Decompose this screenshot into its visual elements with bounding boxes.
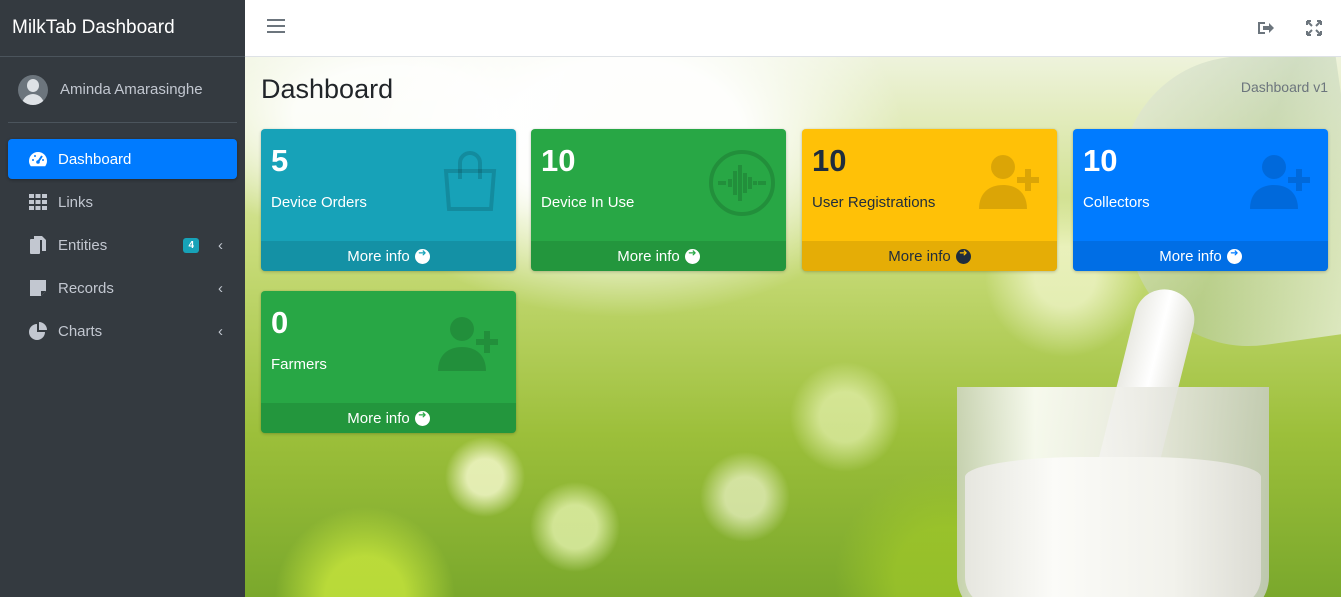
small-box-user-registrations: 10 User Registrations More info (802, 129, 1057, 271)
user-plus-icon (979, 149, 1043, 213)
box-label: Collectors (1083, 194, 1150, 211)
user-name[interactable]: Aminda Amarasinghe (60, 81, 203, 98)
chevron-left-icon: ‹ (218, 236, 223, 254)
avatar[interactable] (18, 74, 48, 105)
chevron-left-icon: ‹ (218, 322, 223, 340)
sidebar-item-label: Charts (58, 322, 103, 340)
arrow-circle-right-icon (414, 410, 430, 426)
more-info-label: More info (1159, 247, 1222, 265)
sidebar-item-links[interactable]: Links (8, 182, 237, 222)
arrow-circle-right-icon (414, 248, 430, 264)
more-info-label: More info (347, 247, 410, 265)
sidebar-item-entities[interactable]: Entities 4 ‹ (8, 225, 237, 265)
box-label: User Registrations (812, 194, 936, 211)
menu-toggle-icon[interactable] (267, 19, 285, 35)
sidebar-item-label: Entities (58, 236, 108, 254)
more-info-label: More info (888, 247, 951, 265)
sidebar-item-dashboard[interactable]: Dashboard (8, 139, 237, 179)
sidebar-item-label: Records (58, 279, 114, 297)
shopping-bag-icon (438, 149, 502, 213)
sidebar-nav: Dashboard Links Entities 4 ‹ Records ‹ C… (0, 123, 245, 370)
box-value: 0 (271, 305, 289, 340)
more-info-link[interactable]: More info (261, 241, 516, 271)
more-info-link[interactable]: More info (1073, 241, 1328, 271)
box-label: Device Orders (271, 194, 367, 211)
top-navbar (245, 0, 1341, 57)
box-label: Device In Use (541, 194, 635, 211)
pie-chart-icon (28, 322, 48, 340)
arrow-circle-right-icon (1226, 248, 1242, 264)
user-plus-icon (438, 311, 502, 375)
box-value: 10 (541, 143, 576, 178)
more-info-label: More info (347, 409, 410, 427)
breadcrumb[interactable]: Dashboard v1 (1241, 79, 1328, 95)
logout-icon[interactable] (1257, 19, 1275, 37)
sidebar-item-records[interactable]: Records ‹ (8, 268, 237, 308)
box-value: 10 (812, 143, 847, 178)
small-box-farmers: 0 Farmers More info (261, 291, 516, 433)
more-info-link[interactable]: More info (261, 403, 516, 433)
main-content: Dashboard Dashboard v1 5 Device Orders M… (245, 57, 1341, 597)
fullscreen-icon[interactable] (1305, 19, 1323, 37)
box-label: Farmers (271, 356, 327, 373)
user-plus-icon (1250, 149, 1314, 213)
sidebar: MilkTab Dashboard Aminda Amarasinghe Das… (0, 0, 245, 597)
audio-wave-icon (708, 149, 775, 216)
grid-icon (28, 193, 48, 211)
entities-count-badge: 4 (183, 237, 199, 253)
background-milk (965, 457, 1261, 597)
chevron-left-icon: ‹ (218, 279, 223, 297)
more-info-link[interactable]: More info (531, 241, 786, 271)
tachometer-icon (28, 150, 48, 168)
note-icon (28, 279, 48, 297)
sidebar-item-charts[interactable]: Charts ‹ (8, 311, 237, 351)
user-panel: Aminda Amarasinghe (8, 57, 237, 123)
arrow-circle-right-icon (684, 248, 700, 264)
more-info-link[interactable]: More info (802, 241, 1057, 271)
brand-title[interactable]: MilkTab Dashboard (0, 0, 245, 57)
sidebar-item-label: Dashboard (58, 150, 132, 168)
more-info-label: More info (617, 247, 680, 265)
small-box-collectors: 10 Collectors More info (1073, 129, 1328, 271)
arrow-circle-right-icon (955, 248, 971, 264)
sidebar-item-label: Links (58, 193, 94, 211)
copy-icon (28, 236, 48, 254)
box-value: 10 (1083, 143, 1118, 178)
box-value: 5 (271, 143, 289, 178)
page-title: Dashboard (261, 74, 394, 104)
small-box-device-orders: 5 Device Orders More info (261, 129, 516, 271)
small-box-device-in-use: 10 Device In Use More info (531, 129, 786, 271)
